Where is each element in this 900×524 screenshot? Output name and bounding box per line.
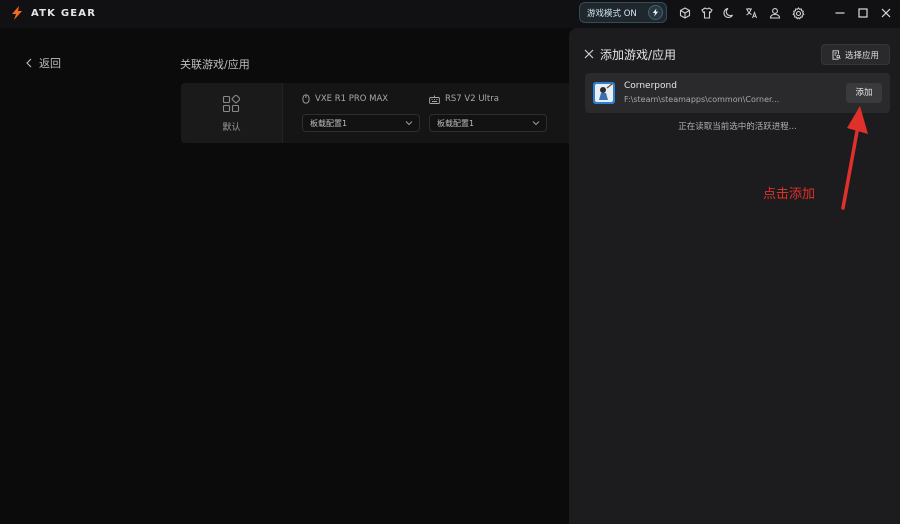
keyboard-icon [429, 95, 440, 104]
app-name: Cornerpond [624, 81, 677, 91]
profile-value: 板载配置1 [310, 119, 348, 128]
annotation-text: 点击添加 [763, 187, 816, 202]
grid-icon [222, 95, 240, 113]
app-path: F:\steam\steamapps\common\Corner... [624, 95, 780, 104]
chevron-down-icon [532, 121, 540, 126]
maximize-icon [858, 8, 868, 18]
gear-icon[interactable] [791, 6, 805, 20]
close-icon [881, 8, 891, 18]
back-label: 返回 [39, 57, 61, 70]
select-app-label: 选择应用 [845, 50, 880, 61]
cube-icon[interactable] [678, 6, 692, 20]
default-label: 默认 [222, 123, 241, 133]
translate-icon[interactable] [744, 6, 758, 20]
game-mode-label: 游戏模式 ON [587, 9, 637, 19]
minimize-button[interactable] [832, 5, 848, 21]
chevron-left-icon [26, 58, 32, 68]
brand-name: ATK GEAR [31, 7, 97, 19]
mouse-icon [302, 94, 310, 104]
moon-icon[interactable] [722, 6, 736, 20]
user-icon[interactable] [768, 6, 782, 20]
game-mode-toggle[interactable]: 游戏模式 ON [579, 2, 667, 23]
back-button[interactable]: 返回 [25, 55, 61, 71]
bolt-logo-icon [12, 6, 22, 20]
game-mode-bolt-icon [648, 5, 663, 20]
close-panel-icon[interactable] [583, 48, 595, 60]
profile-value: 板载配置1 [437, 119, 475, 128]
minimize-icon [835, 12, 845, 14]
app-logo: ATK GEAR [9, 5, 96, 21]
device-name: VXE R1 PRO MAX [315, 94, 389, 104]
maximize-button[interactable] [855, 5, 871, 21]
device-keyboard: RS7 V2 Ultra [429, 94, 499, 104]
device-mouse: VXE R1 PRO MAX [302, 94, 388, 104]
annotation-arrow-icon [841, 106, 868, 210]
select-app-button[interactable]: 选择应用 [821, 44, 890, 65]
profile-select-keyboard[interactable]: 板载配置1 [429, 114, 547, 132]
associated-app-card: 默认 VXE R1 PRO MAX 板载配置1 RS7 V2 Ultra 板载配… [181, 83, 581, 143]
close-window-button[interactable] [878, 5, 894, 21]
section-title: 关联游戏/应用 [180, 58, 250, 71]
profile-select-mouse[interactable]: 板载配置1 [302, 114, 420, 132]
add-app-panel: 添加游戏/应用 选择应用 Cornerpond F:\steam\steamap… [569, 28, 900, 524]
default-tile[interactable]: 默认 [181, 83, 283, 143]
title-bar: ATK GEAR 游戏模式 ON [0, 0, 900, 28]
file-search-icon [832, 49, 841, 60]
app-icon [593, 82, 615, 104]
chevron-down-icon [405, 121, 413, 126]
shirt-icon[interactable] [700, 6, 714, 20]
device-name: RS7 V2 Ultra [445, 94, 499, 104]
panel-title: 添加游戏/应用 [600, 48, 677, 62]
